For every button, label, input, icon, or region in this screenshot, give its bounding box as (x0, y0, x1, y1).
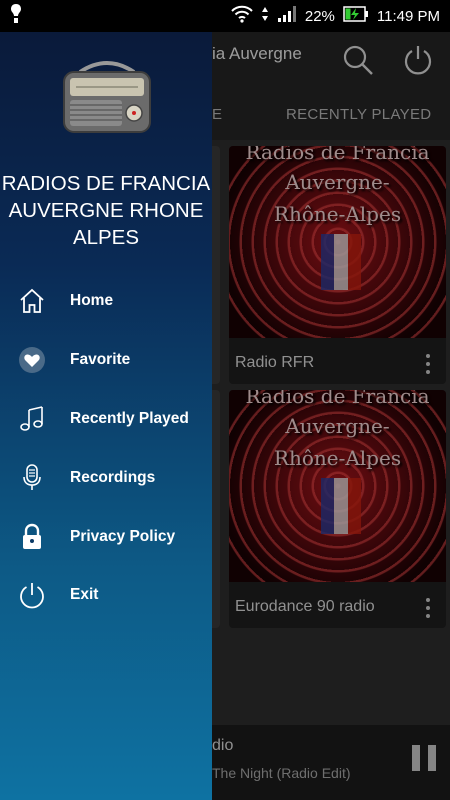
status-bar: 22% 11:49 PM (0, 0, 450, 32)
power-icon (18, 581, 46, 609)
drawer-scrim[interactable] (212, 32, 450, 800)
menu-label: Privacy Policy (70, 528, 176, 545)
screen: 22% 11:49 PM ia Auvergne E RECENTLY PLAY… (0, 0, 450, 800)
menu-item-recordings[interactable]: Recordings (0, 450, 212, 506)
battery-charging-icon (343, 5, 369, 27)
notification-icon (10, 3, 22, 29)
menu-item-exit[interactable]: Exit (0, 567, 212, 623)
menu-item-privacy-policy[interactable]: Privacy Policy (0, 509, 212, 565)
menu-label: Recently Played (70, 410, 189, 427)
radio-logo (60, 56, 154, 136)
music-note-icon (18, 405, 46, 433)
menu-item-favorite[interactable]: Favorite (0, 332, 212, 388)
signal-icon (277, 5, 297, 27)
drawer-title: RADIOS DE FRANCIA AUVERGNE RHONE ALPES (1, 172, 211, 249)
battery-percent: 22% (304, 7, 335, 25)
menu-label: Recordings (70, 469, 156, 486)
menu-label: Exit (70, 586, 99, 603)
home-icon (18, 287, 46, 315)
heart-icon (18, 346, 46, 374)
menu-item-recently-played[interactable]: Recently Played (0, 391, 212, 447)
menu-item-home[interactable]: Home (0, 273, 212, 329)
microphone-icon (18, 464, 46, 492)
wifi-icon (231, 5, 253, 27)
data-arrows-icon (261, 6, 269, 26)
menu-label: Home (70, 292, 114, 309)
clock: 11:49 PM (376, 7, 440, 25)
navigation-drawer: RADIOS DE FRANCIA AUVERGNE RHONE ALPES H… (0, 32, 212, 800)
menu-label: Favorite (70, 351, 131, 368)
lock-icon (18, 523, 46, 551)
